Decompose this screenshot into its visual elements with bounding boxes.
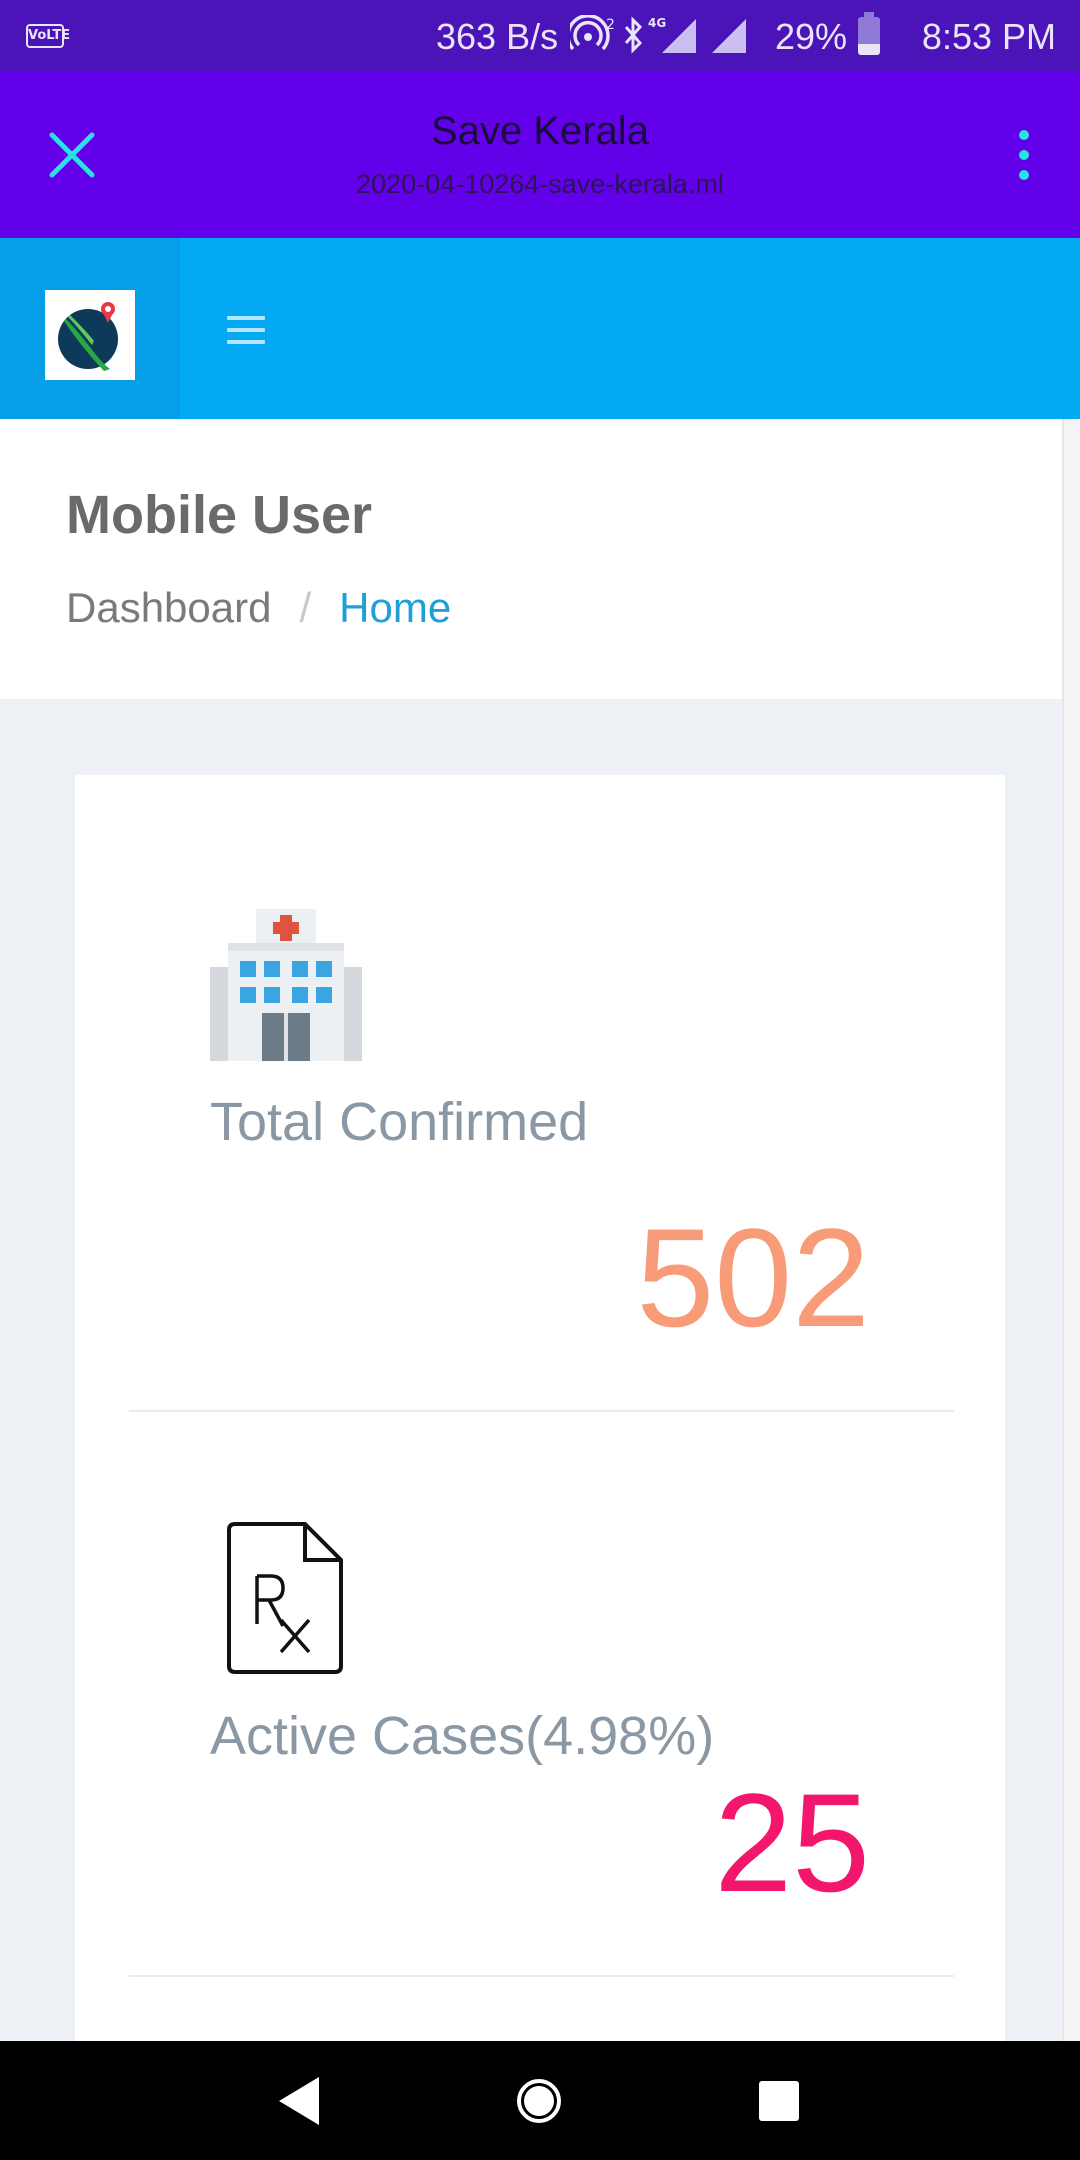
logo-icon bbox=[58, 302, 118, 371]
page-tab-title: Save Kerala bbox=[431, 109, 649, 153]
close-icon bbox=[49, 132, 95, 178]
browser-toolbar: Save Kerala 2020-04-10264-save-kerala.ml bbox=[0, 71, 1080, 238]
stat-value: 502 bbox=[636, 1199, 870, 1356]
scrollbar[interactable] bbox=[1062, 419, 1080, 2041]
prescription-icon bbox=[227, 1522, 343, 1679]
divider bbox=[129, 1975, 954, 1977]
page-title-area: Mobile User Dashboard / Home bbox=[0, 419, 1062, 699]
hotspot-icon: 2 bbox=[570, 15, 615, 51]
system-nav-bar bbox=[0, 2041, 1080, 2160]
battery-icon bbox=[858, 12, 880, 55]
svg-text:4G: 4G bbox=[648, 16, 666, 30]
breadcrumb-dashboard[interactable]: Dashboard bbox=[66, 584, 271, 632]
page-title: Mobile User bbox=[66, 485, 373, 545]
stat-value: 25 bbox=[714, 1764, 870, 1921]
page-url[interactable]: 2020-04-10264-save-kerala.ml bbox=[200, 169, 880, 200]
nav-back-button[interactable] bbox=[267, 2069, 331, 2133]
svg-text:2: 2 bbox=[606, 17, 615, 33]
nav-recents-button[interactable] bbox=[747, 2069, 811, 2133]
close-button[interactable] bbox=[40, 123, 104, 187]
bluetooth-icon bbox=[624, 16, 643, 54]
battery-percent: 29% bbox=[775, 16, 848, 57]
status-icons: 2 4G bbox=[570, 14, 748, 56]
kerala-map-logo[interactable] bbox=[45, 290, 135, 380]
site-header bbox=[0, 238, 1080, 419]
network-speed: 363 B/s bbox=[436, 16, 559, 57]
hospital-icon bbox=[210, 909, 362, 1066]
logo-area[interactable] bbox=[0, 238, 180, 419]
recents-icon bbox=[759, 2081, 799, 2121]
clock: 8:53 PM bbox=[921, 16, 1056, 57]
back-icon bbox=[279, 2077, 319, 2125]
stat-active-cases: Active Cases(4.98%) 25 bbox=[75, 1412, 1005, 1977]
signal-icon bbox=[712, 19, 746, 53]
stats-card: Total Confirmed 502 Active Cases(4.98%) … bbox=[75, 775, 1005, 2041]
stat-label: Active Cases(4.98%) bbox=[210, 1706, 715, 1766]
stat-label: Total Confirmed bbox=[210, 1092, 589, 1152]
menu-button[interactable] bbox=[222, 306, 270, 354]
more-options-button[interactable] bbox=[992, 123, 1056, 187]
signal-4g-icon: 4G bbox=[648, 16, 696, 53]
more-vert-icon bbox=[1019, 130, 1029, 180]
hamburger-icon bbox=[227, 316, 265, 320]
breadcrumb-separator: / bbox=[299, 584, 312, 631]
nav-home-button[interactable] bbox=[507, 2069, 571, 2133]
breadcrumb: Dashboard / Home bbox=[66, 584, 451, 632]
home-icon bbox=[517, 2079, 561, 2123]
stat-total-confirmed: Total Confirmed 502 bbox=[75, 775, 1005, 1412]
status-bar: VoLTE 363 B/s 2 4G 29% 8:53 PM bbox=[0, 0, 1080, 71]
volte-icon: VoLTE bbox=[26, 24, 70, 48]
breadcrumb-home[interactable]: Home bbox=[339, 584, 451, 632]
